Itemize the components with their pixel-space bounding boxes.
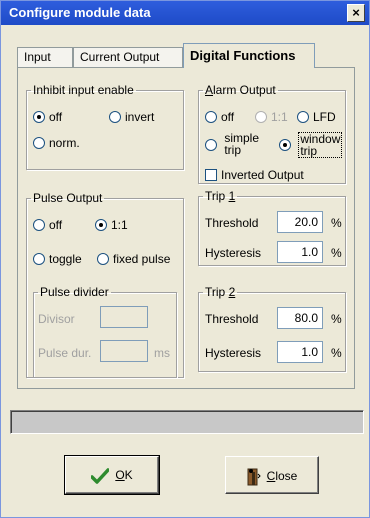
- radio-icon: [33, 253, 45, 265]
- radio-selected-icon: [279, 139, 291, 151]
- trip-2-threshold-input[interactable]: 80.0: [277, 307, 323, 329]
- pulse-off-radio[interactable]: off: [33, 218, 62, 232]
- trip-1-hysteresis-input[interactable]: 1.0: [277, 241, 323, 263]
- radio-icon: [33, 219, 45, 231]
- alarm-off-label: off: [221, 110, 235, 124]
- radio-icon: [97, 253, 109, 265]
- divisor-input[interactable]: [100, 306, 148, 328]
- trip-2-threshold-unit: %: [331, 312, 342, 326]
- radio-selected-icon: [95, 219, 107, 231]
- alarm-simple-trip-radio[interactable]: simple trip: [205, 132, 259, 156]
- alarm-output-legend: Alarm Output: [205, 83, 276, 97]
- pulse-fixed-radio[interactable]: fixed pulse: [97, 252, 170, 266]
- dialog-window: Configure module data × Input Current Ou…: [0, 0, 370, 518]
- trip-2-hysteresis-input[interactable]: 1.0: [277, 341, 323, 363]
- pulse-output-group: Pulse Output off 1:1 toggle fixed pulse …: [26, 192, 184, 378]
- radio-icon: [205, 139, 217, 151]
- checkbox-icon: [205, 169, 217, 181]
- radio-icon: [205, 111, 217, 123]
- radio-icon: [109, 111, 121, 123]
- inhibit-norm-radio[interactable]: norm.: [33, 136, 80, 150]
- pulse-toggle-label: toggle: [49, 252, 82, 266]
- radio-icon: [33, 137, 45, 149]
- trip-2-hysteresis-label: Hysteresis: [205, 346, 262, 360]
- trip-1-threshold-label: Threshold: [205, 216, 259, 230]
- pulse-duration-label: Pulse dur.: [38, 346, 92, 360]
- trip-1-legend: Trip 1: [205, 189, 236, 203]
- alarm-lfd-label: LFD: [313, 110, 336, 124]
- inhibit-invert-label: invert: [125, 110, 155, 124]
- inhibit-norm-label: norm.: [49, 136, 80, 150]
- trip-1-group: Trip 1 Threshold 20.0 % Hysteresis 1.0 %: [198, 190, 346, 266]
- trip-1-threshold-input[interactable]: 20.0: [277, 211, 323, 233]
- alarm-simple-trip-label: simple trip: [224, 131, 260, 157]
- tab-input[interactable]: Input: [17, 47, 73, 67]
- inhibit-off-label: off: [49, 110, 63, 124]
- inverted-output-label: Inverted Output: [221, 168, 304, 182]
- tab-digital-functions[interactable]: Digital Functions: [183, 43, 315, 68]
- ok-label: OK: [115, 468, 133, 483]
- trip-2-hysteresis-unit: %: [331, 346, 342, 360]
- title-bar[interactable]: Configure module data ×: [1, 1, 369, 25]
- inhibit-input-group: Inhibit input enable off invert norm.: [26, 84, 184, 170]
- inhibit-input-legend: Inhibit input enable: [33, 83, 134, 97]
- trip-1-hysteresis-unit: %: [331, 246, 342, 260]
- radio-selected-icon: [33, 111, 45, 123]
- pulse-fixed-label: fixed pulse: [113, 252, 171, 266]
- alarm-1to1-radio[interactable]: 1:1: [255, 110, 288, 124]
- door-exit-icon: [247, 468, 261, 486]
- inhibit-invert-radio[interactable]: invert: [109, 110, 154, 124]
- pulse-toggle-radio[interactable]: toggle: [33, 252, 82, 266]
- tab-input-label: Input: [24, 50, 51, 64]
- radio-icon: [297, 111, 309, 123]
- trip-1-hysteresis-label: Hysteresis: [205, 246, 262, 260]
- alarm-lfd-radio[interactable]: LFD: [297, 110, 336, 124]
- alarm-window-trip-radio[interactable]: window trip: [279, 132, 343, 158]
- pulse-1to1-label: 1:1: [111, 218, 128, 232]
- tab-digital-functions-label: Digital Functions: [190, 48, 296, 63]
- pulse-duration-input[interactable]: [100, 340, 148, 362]
- alarm-off-radio[interactable]: off: [205, 110, 234, 124]
- trip-2-threshold-label: Threshold: [205, 312, 259, 326]
- tab-current-output-label: Current Output: [80, 50, 160, 64]
- close-label: Close: [266, 469, 298, 484]
- alarm-1to1-label: 1:1: [271, 110, 288, 124]
- pulse-output-legend: Pulse Output: [33, 191, 103, 205]
- trip-2-group: Trip 2 Threshold 80.0 % Hysteresis 1.0 %: [198, 286, 346, 372]
- alarm-output-group: Alarm Output off 1:1 LFD simple trip wind…: [198, 84, 346, 184]
- pulse-divider-legend: Pulse divider: [40, 285, 109, 299]
- tab-current-output[interactable]: Current Output: [73, 47, 183, 67]
- radio-icon: [255, 111, 267, 123]
- trip-2-legend: Trip 2: [205, 285, 236, 299]
- progress-bar: [10, 410, 364, 434]
- pulse-divider-group: Pulse divider Divisor Pulse dur. ms: [33, 286, 177, 378]
- trip-1-threshold-unit: %: [331, 216, 342, 230]
- pulse-1to1-radio[interactable]: 1:1: [95, 218, 128, 232]
- pulse-off-label: off: [49, 218, 63, 232]
- alarm-window-trip-label: window trip: [298, 132, 343, 158]
- inverted-output-checkbox[interactable]: Inverted Output: [205, 168, 304, 182]
- close-button[interactable]: Close: [225, 456, 319, 494]
- close-icon: ×: [352, 5, 360, 20]
- checkmark-icon: [91, 468, 110, 484]
- inhibit-off-radio[interactable]: off: [33, 110, 62, 124]
- close-window-button[interactable]: ×: [347, 4, 365, 22]
- divisor-label: Divisor: [38, 312, 75, 326]
- ok-button[interactable]: OK: [64, 455, 160, 495]
- digital-functions-panel: Inhibit input enable off invert norm. Al…: [17, 67, 355, 389]
- window-title: Configure module data: [9, 5, 151, 20]
- pulse-duration-unit: ms: [154, 346, 170, 360]
